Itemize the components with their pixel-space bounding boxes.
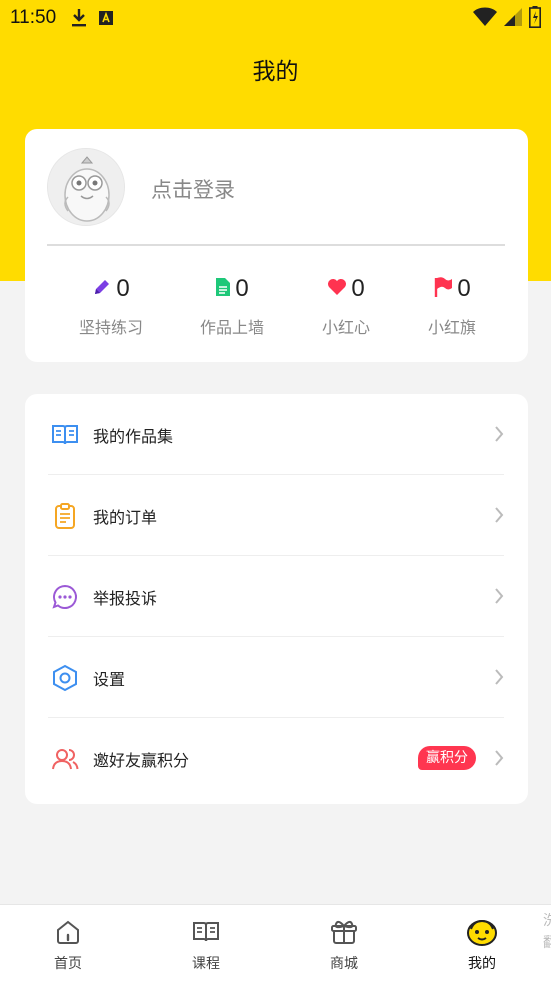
nav-label: 首页	[54, 956, 82, 972]
nav-item-courses[interactable]: 课程	[171, 917, 241, 973]
nav-label: 商城	[330, 956, 358, 972]
menu-label: 举报投诉	[93, 589, 158, 608]
stat-practice[interactable]: 0 坚持练习	[56, 274, 166, 338]
stat-label: 作品上墙	[199, 318, 264, 337]
mascot-avatar-icon	[48, 149, 124, 225]
profile-divider	[47, 244, 505, 246]
login-link[interactable]: 点击登录	[151, 174, 235, 204]
mascot-face-icon	[447, 917, 517, 947]
a-notification-icon	[98, 10, 114, 26]
nav-label: 我的	[468, 956, 496, 972]
hexagon-settings-icon	[51, 664, 79, 692]
menu-item-report[interactable]: 举报投诉	[25, 556, 528, 637]
nav-item-mine[interactable]: 我的	[447, 917, 517, 973]
menu-label: 邀好友赢积分	[93, 751, 190, 770]
page-title: 我的	[252, 59, 299, 85]
menu-label: 设置	[93, 670, 126, 689]
status-time: 11:50	[10, 7, 57, 28]
stat-value: 0	[235, 275, 249, 302]
status-bar: 11:50	[0, 0, 551, 36]
chevron-right-icon	[494, 668, 504, 690]
wifi-icon	[473, 7, 497, 31]
download-icon	[70, 8, 88, 28]
avatar[interactable]	[47, 148, 125, 226]
stat-label: 小红旗	[427, 318, 476, 337]
stat-hearts[interactable]: 0 小红心	[291, 274, 401, 338]
chevron-right-icon	[494, 506, 504, 528]
status-right-icons	[473, 6, 541, 32]
menu-item-portfolio[interactable]: 我的作品集	[25, 394, 528, 475]
book-icon	[51, 421, 79, 449]
document-icon	[215, 277, 231, 301]
menu-item-settings[interactable]: 设置	[25, 637, 528, 718]
stat-label: 小红心	[321, 318, 370, 337]
users-icon	[51, 745, 79, 773]
stat-value: 0	[351, 275, 365, 302]
clipboard-icon	[51, 502, 79, 530]
chevron-right-icon	[494, 587, 504, 609]
stat-value: 0	[457, 275, 471, 302]
stats-row: 0 坚持练习 0 作品上墙 0 小红心 0 小红旗	[25, 274, 528, 344]
stat-works[interactable]: 0 作品上墙	[177, 274, 287, 338]
stat-value: 0	[116, 275, 130, 302]
stat-flags[interactable]: 0 小红旗	[397, 274, 507, 338]
chevron-right-icon	[494, 749, 504, 771]
menu-item-invite[interactable]: 邀好友赢积分 赢积分	[25, 718, 528, 799]
stat-label: 坚持练习	[78, 318, 143, 337]
book-icon	[171, 917, 241, 947]
chevron-right-icon	[494, 425, 504, 447]
nav-label: 课程	[192, 956, 220, 972]
battery-charging-icon	[529, 6, 541, 32]
menu-item-orders[interactable]: 我的订单	[25, 475, 528, 556]
nav-item-home[interactable]: 首页	[33, 917, 103, 973]
pencil-icon	[92, 277, 112, 301]
flag-icon	[433, 276, 453, 302]
bottom-nav: 首页 课程 商城 我的	[0, 904, 551, 981]
heart-icon	[327, 278, 347, 300]
cellular-signal-icon	[503, 7, 523, 31]
menu-label: 我的订单	[93, 508, 158, 527]
profile-card: 点击登录 0 坚持练习 0 作品上墙 0 小红心 0 小红旗	[25, 129, 528, 362]
menu-label: 我的作品集	[93, 427, 174, 446]
menu-card: 我的作品集 我的订单 举报投诉 设置 邀好友赢积分 赢积分	[25, 394, 528, 804]
nav-item-mall[interactable]: 商城	[309, 917, 379, 973]
edge-floating-text[interactable]: 洗 翻	[543, 910, 551, 954]
home-icon	[33, 917, 103, 947]
chat-bubble-icon	[51, 583, 79, 611]
gift-icon	[309, 917, 379, 947]
points-badge: 赢积分	[418, 746, 476, 770]
